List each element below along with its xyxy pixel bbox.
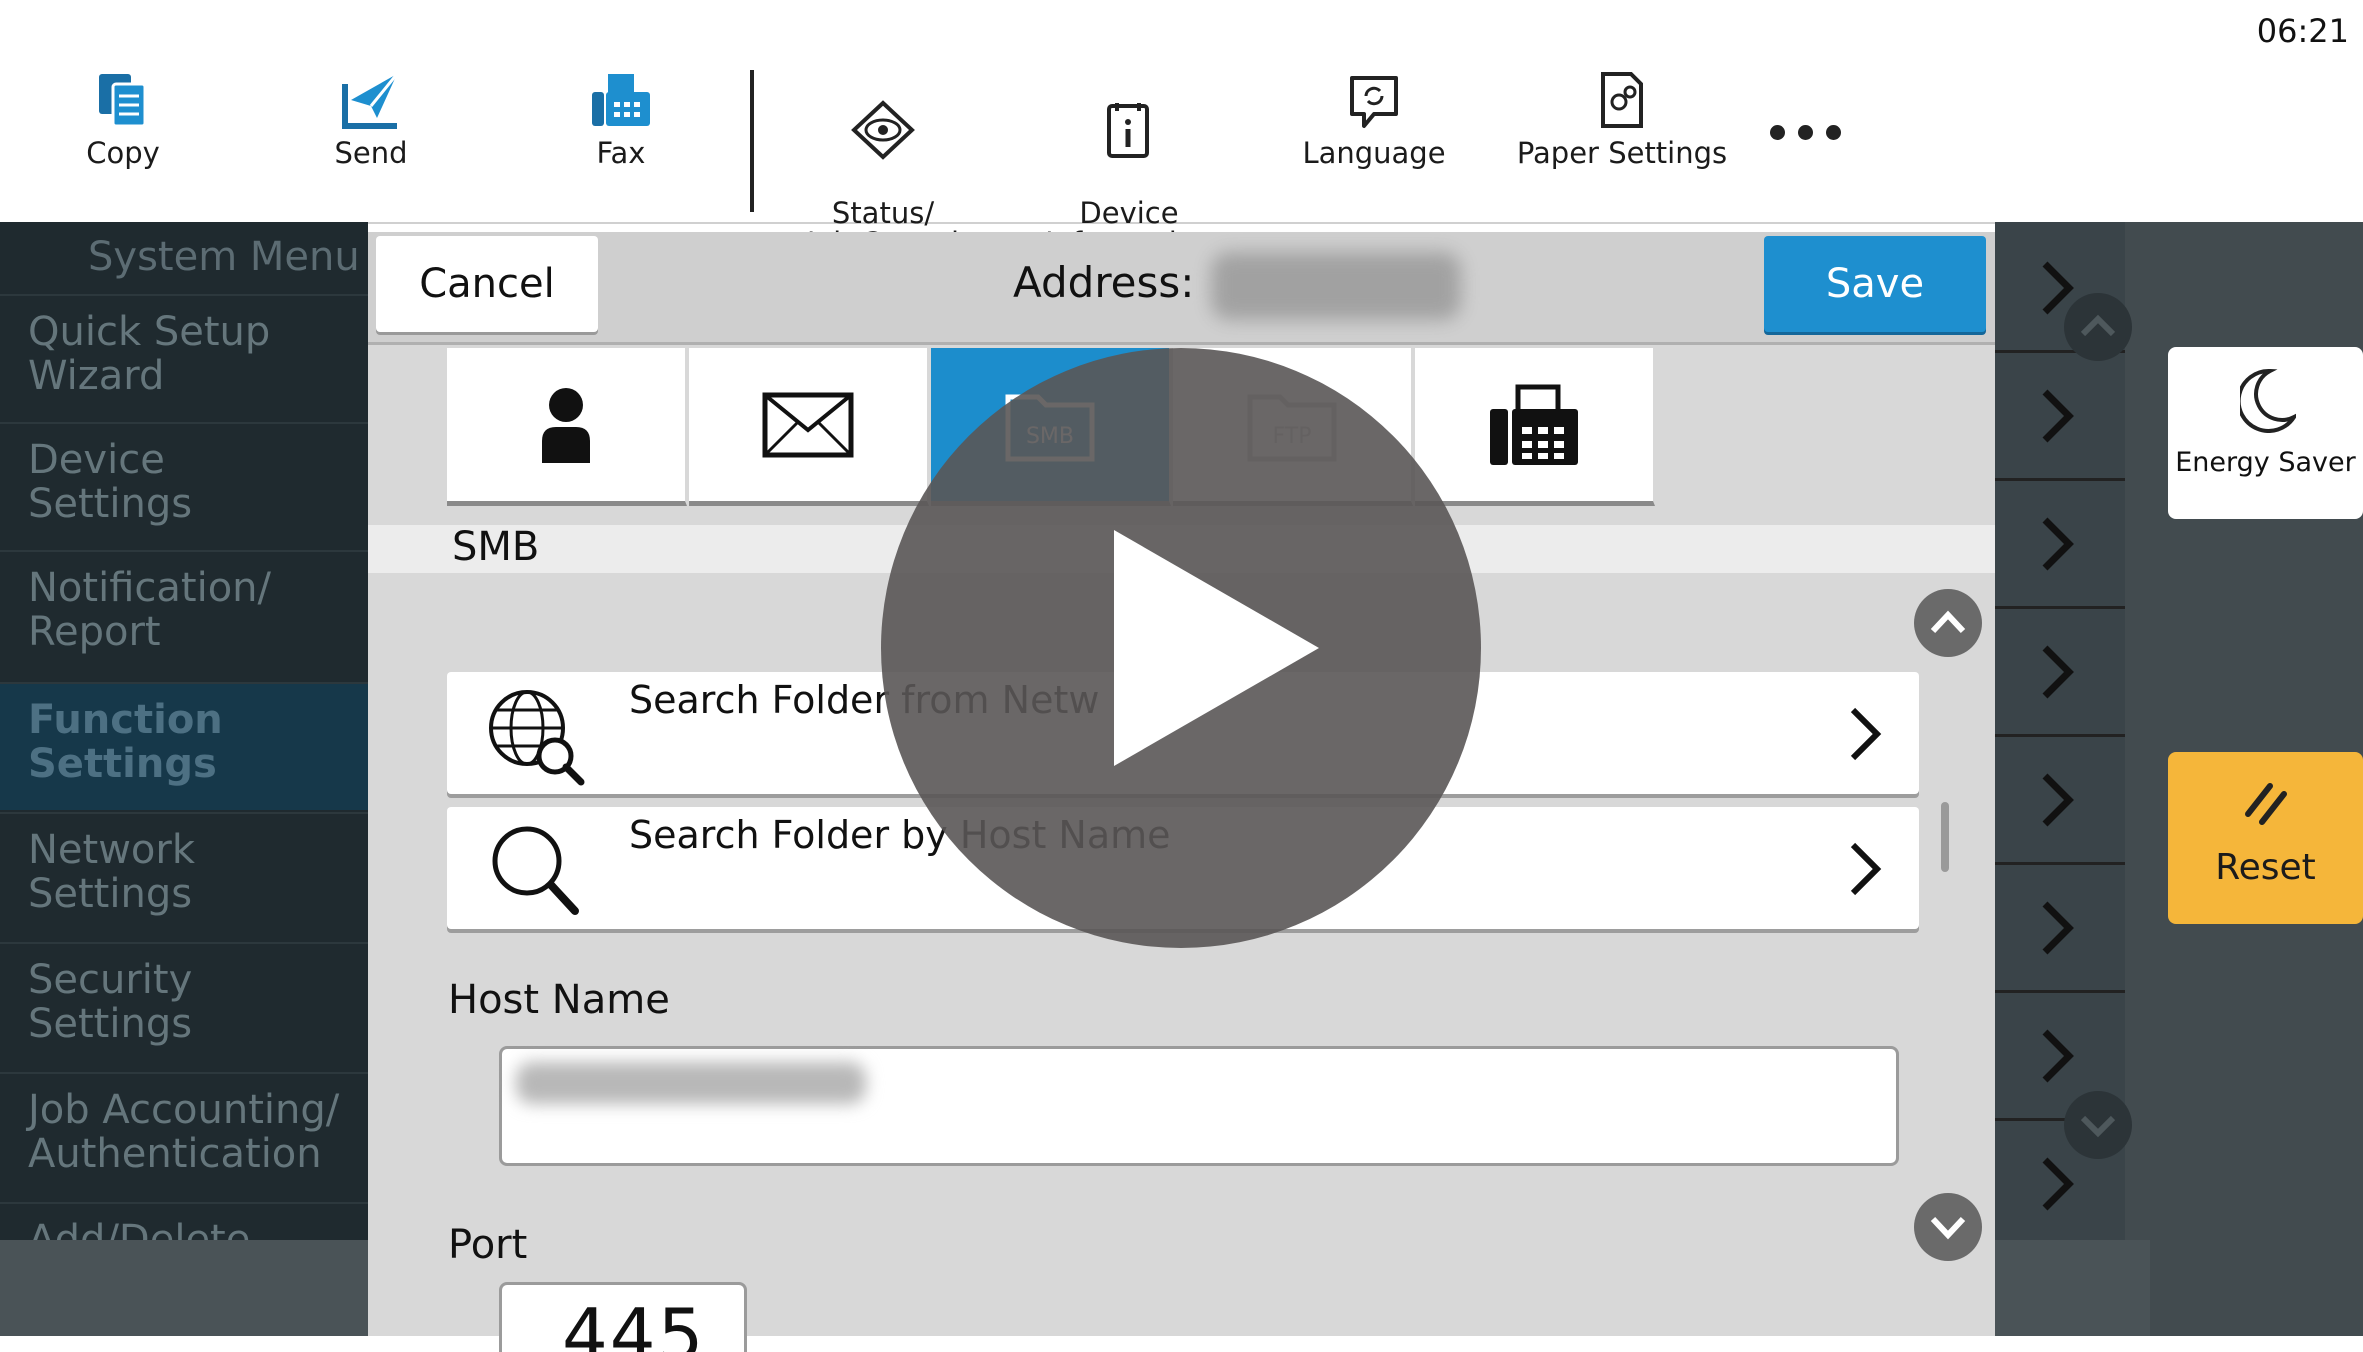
address-value-redacted bbox=[1211, 252, 1461, 320]
tab-fax[interactable] bbox=[1415, 348, 1655, 506]
chevron-right-icon bbox=[2042, 517, 2074, 571]
chevron-right-icon bbox=[1850, 842, 1882, 896]
chevron-right-icon bbox=[2042, 773, 2074, 827]
language-icon bbox=[1350, 76, 1398, 128]
menu-item-job-accounting[interactable]: Job Accounting/ Authentication bbox=[0, 1072, 368, 1200]
moon-icon bbox=[2240, 368, 2296, 433]
background-row[interactable] bbox=[1995, 734, 2125, 865]
address-label: Address: bbox=[1013, 258, 1195, 307]
port-value: 445 bbox=[562, 1293, 706, 1352]
menu-item-device-settings[interactable]: Device Settings bbox=[0, 422, 368, 550]
fax-label: Fax bbox=[596, 136, 646, 170]
paper-settings-button[interactable]: Paper Settings bbox=[1502, 70, 1742, 168]
send-icon bbox=[342, 73, 399, 129]
system-menu-title: System Menu bbox=[88, 234, 360, 280]
background-list-chevrons bbox=[1995, 222, 2125, 1336]
host-name-value-redacted bbox=[516, 1062, 866, 1104]
user-icon bbox=[542, 387, 590, 463]
video-play-button[interactable] bbox=[881, 348, 1481, 948]
fax-icon bbox=[1490, 384, 1578, 465]
chevron-right-icon bbox=[2042, 901, 2074, 955]
background-row[interactable] bbox=[1995, 350, 2125, 481]
scroll-down-icon[interactable] bbox=[1913, 1192, 1983, 1262]
save-button[interactable]: Save bbox=[1764, 236, 1986, 332]
language-label: Language bbox=[1302, 136, 1446, 170]
send-button[interactable]: Send bbox=[251, 70, 491, 168]
device-information-button[interactable]: Device Information bbox=[1009, 70, 1249, 258]
menu-item-quick-setup[interactable]: Quick Setup Wizard bbox=[0, 294, 368, 422]
chevron-right-icon bbox=[2042, 389, 2074, 443]
device-info-icon bbox=[1107, 103, 1149, 158]
email-icon bbox=[762, 392, 854, 457]
toolbar-divider bbox=[750, 70, 754, 212]
copy-label: Copy bbox=[86, 136, 160, 170]
status-job-cancel-button[interactable]: Status/ Job Cancel bbox=[763, 70, 1003, 258]
background-scroll-up-icon[interactable] bbox=[2063, 292, 2133, 362]
menu-item-function-settings[interactable]: Function Settings bbox=[0, 682, 368, 810]
energy-saver-label: Energy Saver bbox=[2175, 447, 2356, 478]
clock: 06:21 bbox=[2256, 12, 2349, 50]
search-icon bbox=[492, 826, 579, 915]
status-eye-icon bbox=[851, 100, 915, 160]
background-row[interactable] bbox=[1995, 606, 2125, 737]
section-title: SMB bbox=[452, 524, 540, 570]
scrollbar[interactable] bbox=[1941, 802, 1949, 872]
fax-button[interactable]: Fax bbox=[501, 70, 741, 168]
port-label: Port bbox=[448, 1222, 528, 1268]
scroll-up-icon[interactable] bbox=[1913, 588, 1983, 658]
reset-icon bbox=[2245, 783, 2287, 825]
paper-settings-icon bbox=[1601, 72, 1643, 128]
menu-item-network-settings[interactable]: Network Settings bbox=[0, 812, 368, 940]
tab-email[interactable] bbox=[689, 348, 929, 506]
chevron-right-icon bbox=[1850, 707, 1882, 761]
globe-search-icon bbox=[489, 690, 585, 786]
more-options-button[interactable] bbox=[1770, 125, 1854, 144]
port-input[interactable]: 445 bbox=[499, 1282, 747, 1352]
play-icon bbox=[1114, 530, 1319, 766]
energy-saver-button[interactable]: Energy Saver bbox=[2168, 347, 2363, 519]
system-menu-sidebar: System Menu Quick Setup Wizard Device Se… bbox=[0, 222, 368, 1336]
paper-settings-label: Paper Settings bbox=[1516, 136, 1728, 170]
dialog-header: Cancel Address: Save bbox=[368, 232, 1995, 345]
cancel-button[interactable]: Cancel bbox=[376, 236, 598, 332]
menu-item-notification-report[interactable]: Notification/ Report bbox=[0, 550, 368, 678]
host-name-label: Host Name bbox=[448, 977, 670, 1023]
background-scroll-down-icon[interactable] bbox=[2063, 1090, 2133, 1160]
tab-user[interactable] bbox=[447, 348, 687, 506]
fax-icon bbox=[592, 74, 650, 126]
reset-button[interactable]: Reset bbox=[2168, 752, 2363, 924]
background-row[interactable] bbox=[1995, 478, 2125, 609]
chevron-right-icon bbox=[2042, 1157, 2074, 1211]
top-toolbar: Copy Send Fax Status/ Job Cancel bbox=[0, 0, 2363, 258]
copy-icon bbox=[99, 74, 147, 128]
reset-label: Reset bbox=[2215, 847, 2316, 888]
chevron-right-icon bbox=[2042, 645, 2074, 699]
copy-button[interactable]: Copy bbox=[3, 70, 243, 168]
send-label: Send bbox=[334, 136, 408, 170]
background-row[interactable] bbox=[1995, 862, 2125, 993]
chevron-right-icon bbox=[2042, 1029, 2074, 1083]
language-button[interactable]: Language bbox=[1254, 70, 1494, 168]
menu-item-security-settings[interactable]: Security Settings bbox=[0, 942, 368, 1070]
